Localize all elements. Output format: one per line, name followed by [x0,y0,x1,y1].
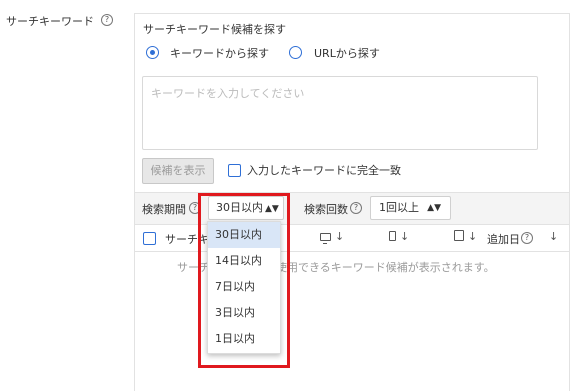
keyword-placeholder: キーワードを入力してください [151,87,305,100]
radio-keyword-source[interactable] [146,46,159,59]
column-desktop[interactable]: ↓ [320,230,345,244]
help-circle-icon[interactable]: ? [101,14,113,26]
show-candidates-button[interactable]: 候補を表示 [142,158,214,184]
panel-title: サーチキーワード候補を探す [143,23,286,36]
count-select[interactable]: 1回以上 ▲▼ [370,196,451,220]
column-added-date[interactable]: 追加日 [487,231,520,247]
radio-url-source[interactable] [289,46,302,59]
sort-down-icon[interactable]: ↓ [549,230,558,243]
radio-url-label[interactable]: URLから探す [314,45,380,61]
tablet-icon [454,230,464,241]
keyword-textarea[interactable]: キーワードを入力してください [142,76,538,150]
exact-match-label[interactable]: 入力したキーワードに完全一致 [247,162,401,178]
count-select-value: 1回以上 [379,201,419,214]
count-help-icon[interactable]: ? [350,202,362,214]
count-label: 検索回数 [304,203,348,216]
mobile-icon [389,231,396,241]
period-label: 検索期間 [142,203,186,216]
added-date-help-icon[interactable]: ? [521,232,533,244]
sort-down-icon: ↓ [400,230,410,243]
column-mobile[interactable]: ↓ [389,230,409,243]
radio-keyword-label[interactable]: キーワードから探す [170,45,269,61]
up-down-arrows-icon: ▲▼ [427,203,441,213]
field-label: サーチキーワード [6,15,94,28]
sort-down-icon: ↓ [468,230,478,243]
sort-down-icon: ↓ [335,230,345,243]
select-all-checkbox[interactable] [143,232,156,245]
desktop-icon [320,233,331,244]
exact-match-checkbox[interactable] [228,164,241,177]
highlight-outline [198,193,290,368]
column-tablet[interactable]: ↓ [454,230,477,243]
